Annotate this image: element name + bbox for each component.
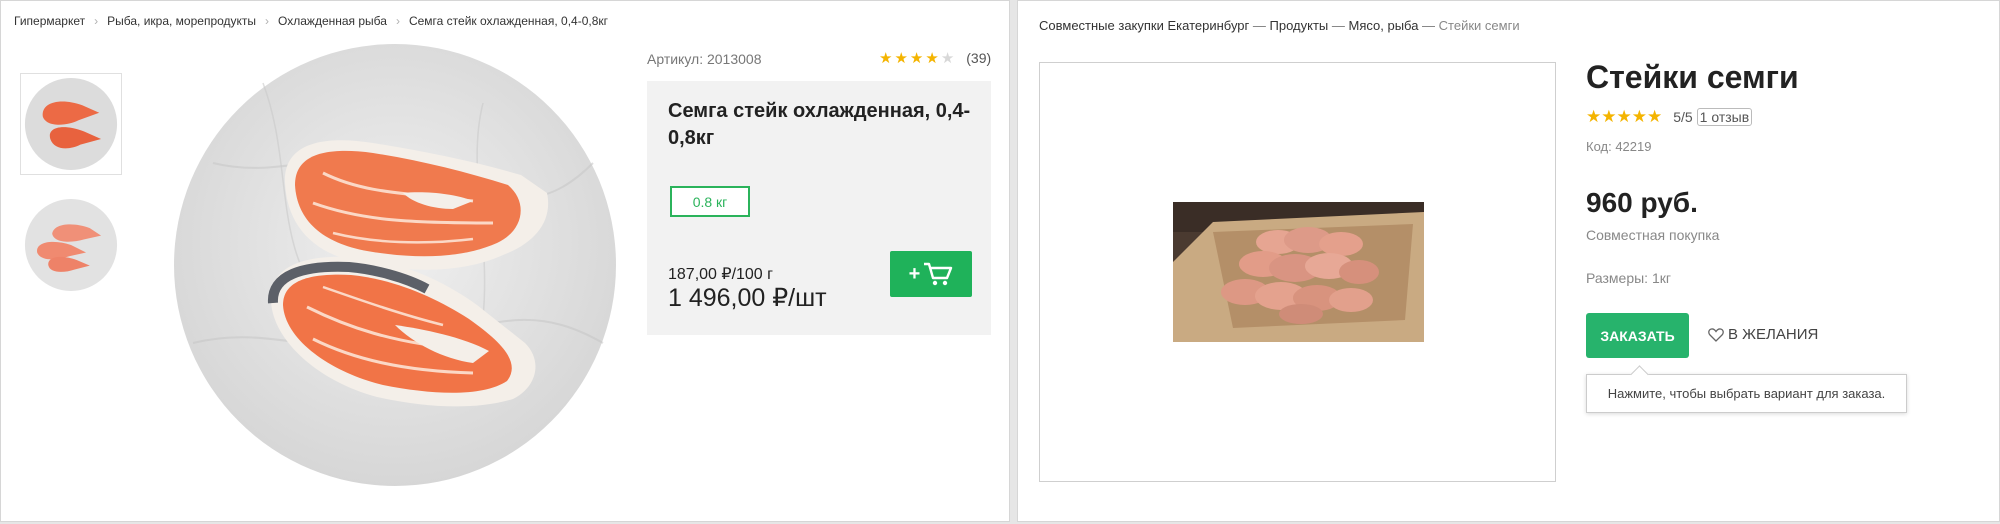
weight-option-button[interactable]: 0.8 кг [670, 186, 750, 217]
star-empty-icon: ★ [940, 49, 955, 67]
left-product-page: Гипермаркет › Рыба, икра, морепродукты ›… [0, 0, 1010, 522]
breadcrumb-item-hypermarket[interactable]: Гипермаркет [14, 14, 85, 28]
cart-icon [924, 262, 953, 286]
salmon-thumbnail-image [24, 198, 118, 292]
price-per-100g: 187,00 ₽/100 г [668, 266, 773, 283]
article-number: Артикул: 2013008 [647, 51, 762, 67]
product-title: Семга стейк охлажденная, 0,4-0,8кг [668, 100, 971, 149]
order-button[interactable]: ЗАКАЗАТЬ [1586, 313, 1689, 358]
main-product-photo [174, 44, 616, 486]
star-icon: ★ [909, 49, 924, 67]
add-to-cart-button[interactable]: + [890, 251, 972, 297]
right-product-page: Совместные закупки Екатеринбург — Продук… [1017, 0, 2000, 522]
product-photo [1173, 202, 1424, 342]
star-icon: ★ [879, 49, 893, 67]
breadcrumb-current: Семга стейк охлажденная, 0,4-0,8кг [408, 14, 608, 28]
star-icon: ★ [925, 49, 939, 67]
chevron-right-icon: › [395, 14, 400, 28]
reviews-link[interactable]: 1 отзыв [1696, 108, 1753, 126]
product-price: 960 руб. [1586, 187, 1698, 218]
product-thumbnail-2[interactable] [20, 194, 122, 296]
breadcrumb-current: Стейки семги [1438, 18, 1520, 33]
buy-box: Семга стейк охлажденная, 0,4-0,8кг 0.8 к… [647, 81, 991, 335]
rating: ★★★★★ 5/5 1 отзыв [1586, 107, 1753, 127]
star-icon: ★ [894, 49, 908, 67]
breadcrumb-item-fish[interactable]: Рыба, икра, морепродукты [107, 14, 256, 28]
order-tooltip: Нажмите, чтобы выбрать вариант для заказ… [1586, 374, 1907, 413]
breadcrumb-item-site[interactable]: Совместные закупки Екатеринбург [1039, 18, 1249, 33]
heart-icon [1708, 327, 1724, 342]
product-title: Стейки семги [1586, 59, 1799, 95]
price-per-item: 1 496,00 ₽/шт [668, 284, 827, 312]
rating-score: 5/5 [1673, 109, 1693, 125]
product-sizes: Размеры: 1кг [1586, 270, 1671, 286]
product-photo-frame[interactable] [1039, 62, 1556, 482]
product-code: Код: 42219 [1586, 139, 1652, 154]
breadcrumb: Совместные закупки Екатеринбург — Продук… [1039, 18, 1520, 33]
breadcrumb: Гипермаркет › Рыба, икра, морепродукты ›… [14, 14, 608, 28]
breadcrumb-item-meat-fish[interactable]: Мясо, рыба [1349, 18, 1419, 33]
chevron-right-icon: › [265, 14, 270, 28]
star-icon: ★★★★★ [1586, 107, 1663, 126]
add-to-wishlist-button[interactable]: В ЖЕЛАНИЯ [1708, 326, 1818, 343]
breadcrumb-item-products[interactable]: Продукты [1270, 18, 1329, 33]
chevron-right-icon: › [94, 14, 99, 28]
wishlist-label: В ЖЕЛАНИЯ [1728, 326, 1819, 343]
product-thumbnail-1[interactable] [20, 73, 122, 175]
rating-count: (39) [966, 50, 992, 66]
plus-icon: + [908, 263, 921, 285]
breadcrumb-item-chilled-fish[interactable]: Охлажденная рыба [278, 14, 387, 28]
rating[interactable]: ★ ★ ★ ★ ★ (39) [879, 50, 991, 66]
purchase-type: Совместная покупка [1586, 227, 1720, 243]
salmon-thumbnail-image [24, 77, 118, 171]
